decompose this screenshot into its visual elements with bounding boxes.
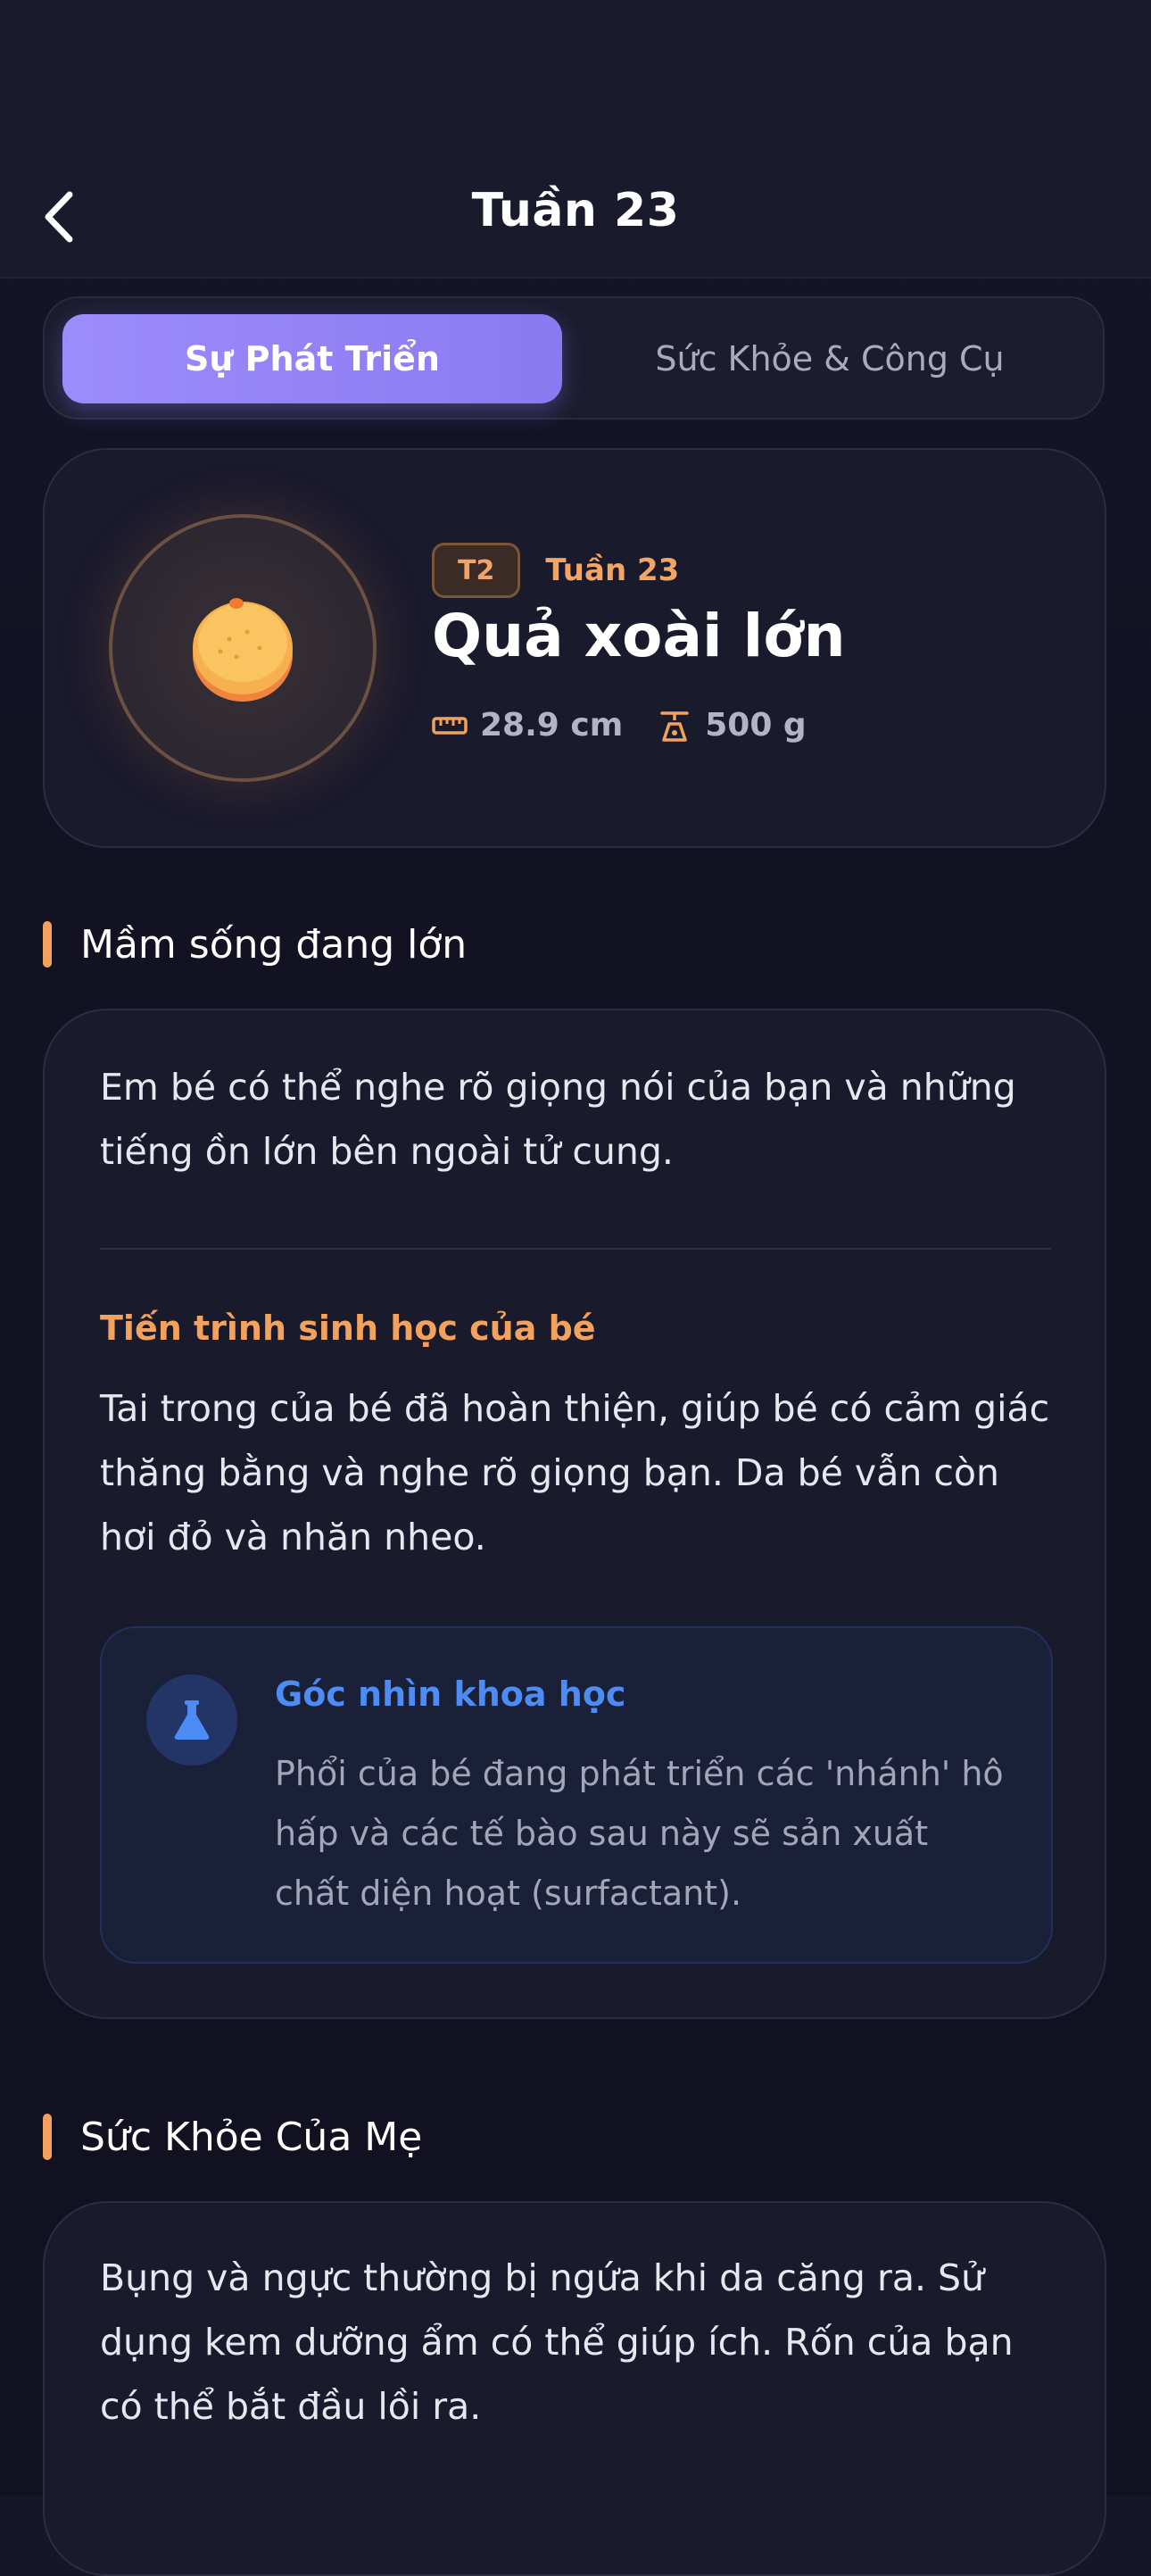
segmented-tabs: Sự Phát Triển Sức Khỏe & Công Cụ bbox=[43, 296, 1105, 420]
bio-text: Tai trong của bé đã hoàn thiện, giúp bé … bbox=[100, 1387, 1050, 1558]
mom-text: Bụng và ngực thường bị ngứa khi da căng … bbox=[100, 2256, 1014, 2428]
tab-health-tools[interactable]: Sức Khỏe & Công Cụ bbox=[571, 314, 1089, 403]
section-accent-bar bbox=[43, 921, 52, 968]
weight-value: 500 g bbox=[705, 707, 807, 744]
growth-card: Em bé có thể nghe rõ giọng nói của bạn v… bbox=[43, 1009, 1106, 2019]
section-accent-bar bbox=[43, 2114, 52, 2160]
mom-health-card: Bụng và ngực thường bị ngứa khi da căng … bbox=[43, 2201, 1106, 2576]
section-heading-mom: Sức Khỏe Của Mẹ bbox=[43, 2114, 422, 2160]
length-metric: 28.9 cm bbox=[432, 707, 623, 744]
page-title: Tuần 23 bbox=[471, 184, 680, 237]
week-row: T2 Tuần 23 bbox=[432, 543, 679, 598]
length-value: 28.9 cm bbox=[480, 707, 624, 744]
trimester-badge: T2 bbox=[432, 543, 521, 598]
science-text: Phổi của bé đang phát triển các 'nhánh' … bbox=[275, 1754, 1004, 1913]
section-heading-growth: Mầm sống đang lớn bbox=[43, 921, 467, 968]
ruler-icon bbox=[432, 716, 468, 735]
section-title: Mầm sống đang lớn bbox=[80, 921, 468, 968]
science-title: Góc nhìn khoa học bbox=[275, 1674, 626, 1714]
weight-metric: 500 g bbox=[657, 707, 807, 744]
flask-icon-wrap bbox=[146, 1674, 237, 1766]
growth-intro-text: Em bé có thể nghe rõ giọng nói của bạn v… bbox=[100, 1066, 1016, 1173]
science-callout: Góc nhìn khoa học Phổi của bé đang phát … bbox=[100, 1626, 1053, 1964]
fruit-avatar bbox=[109, 514, 377, 782]
bio-heading: Tiến trình sinh học của bé bbox=[100, 1309, 596, 1348]
flask-icon bbox=[174, 1700, 210, 1740]
fruit-size-card: T2 Tuần 23 Quả xoài lớn 28.9 cm 500 g bbox=[43, 448, 1106, 848]
fruit-name: Quả xoài lớn bbox=[432, 602, 846, 670]
tab-development[interactable]: Sự Phát Triển bbox=[62, 314, 562, 403]
divider bbox=[100, 1248, 1051, 1250]
size-metrics: 28.9 cm 500 g bbox=[432, 707, 807, 744]
top-bar: Tuần 23 bbox=[0, 0, 1151, 278]
week-label: Tuần 23 bbox=[545, 553, 680, 588]
scale-icon bbox=[660, 710, 689, 742]
section-title: Sức Khỏe Của Mẹ bbox=[80, 2114, 423, 2160]
mango-icon bbox=[193, 598, 293, 702]
